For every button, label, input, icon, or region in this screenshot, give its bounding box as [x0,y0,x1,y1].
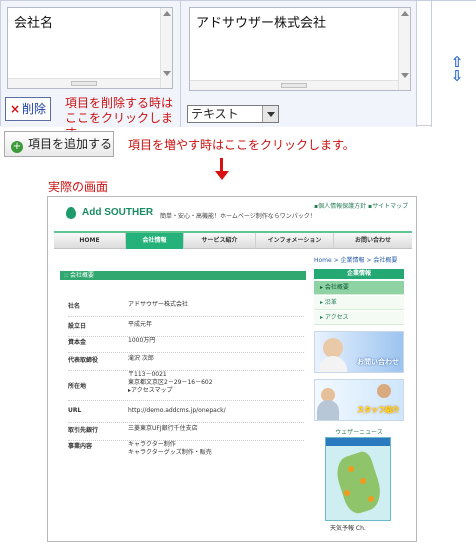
field-content-textarea[interactable]: アドサウザー株式会社 [189,7,411,91]
person-image [323,338,343,358]
field-label-textarea[interactable]: 会社名 [7,7,173,89]
info-row: 代表取締役 滝沢 次郎 [68,355,304,371]
site-preview-screenshot: Add SOUTHER 簡単・安心・高機能！ホームページ制作ならワンパック！ ▪… [47,196,417,542]
info-value: http://demo.addcms.jp/onepack/ [128,407,226,414]
label-textarea-hscrollbar[interactable] [8,78,160,88]
delete-note-line1: 項目を削除する時は [65,96,174,110]
field-content-value: アドサウザー株式会社 [196,16,327,31]
scroll-down-icon[interactable] [401,73,409,78]
add-item-label: 項目を追加する [28,137,113,151]
nav-home: HOME [54,233,126,249]
side-item-label: 沿革 [324,299,337,306]
site-nav: HOME 会社情報 サービス紹介 インフォメーション お問い合わせ [54,231,412,249]
content-textarea-hscrollbar[interactable] [190,80,398,90]
site-tagline: 簡単・安心・高機能！ホームページ制作ならワンパック！ [160,213,316,220]
scroll-up-icon[interactable] [163,11,171,16]
person-body [319,356,347,372]
info-row: 資本金 1000万円 [68,337,304,353]
info-row: 事業内容 キャラクター制作 キャラクターグッズ制作・販売 [68,441,304,461]
scroll-down-icon[interactable] [163,71,171,76]
side-item-access: ▸ アクセス [314,311,404,325]
content-textarea-scrollbar[interactable] [398,8,410,90]
nav-service: サービス紹介 [184,233,256,249]
weather-map-header [326,438,390,446]
info-key: 所在地 [68,383,87,390]
person-body [317,400,339,420]
chevron-down-icon[interactable] [262,106,278,122]
info-row: 社名 アドサウザー株式会社 [68,301,304,317]
section-title: :: 会社概要 [60,271,306,280]
side-item-label: アクセス [324,314,349,321]
delete-item-button[interactable]: × 削除 [5,97,51,121]
info-key: 社名 [68,303,81,310]
up-down-arrows-icon[interactable]: ⇧ ⇩ [449,55,465,85]
resize-grip-icon[interactable] [71,81,97,86]
sitemap-link: サイトマップ [372,203,409,210]
japan-map-shape [331,449,387,517]
side-item-history: ▸ 沿革 [314,296,404,310]
breadcrumb: Home > 企業情報 > 会社概要 [314,257,398,264]
info-key: 代表取締役 [68,357,99,364]
site-top-links: ▪個人情報保護方針 ▪サイトマップ [314,203,409,210]
side-item-overview: ▸ 会社概要 [314,281,404,295]
info-key: 設立日 [68,323,87,330]
add-note: 項目を増やす時はここをクリックします。 [128,138,355,152]
item-editor-panel: 会社名 ×削除 項目を削除する時は ここをクリックします。 アドサウザー株式会社… [0,0,476,140]
info-value: 滝沢 次郎 [128,355,154,362]
info-value: 〒113－0021 東京都文京区2－29－16－602 ▸アクセスマップ [128,371,213,394]
weather-caption: 天気予報 Ch. [330,525,366,532]
side-item-label: 会社概要 [324,284,349,291]
info-key: URL [68,407,82,414]
nav-information: インフォメーション [256,233,334,249]
sun-icon [360,478,366,484]
nav-company: 会社情報 [126,233,184,249]
logo-drop-icon [66,207,76,219]
privacy-link: 個人情報保護方針 [318,203,367,210]
resize-grip-icon[interactable] [281,83,307,88]
plus-icon: + [11,141,23,153]
preview-caption: 実際の画面 [48,180,109,194]
label-textarea-scrollbar[interactable] [160,8,172,88]
scroll-up-icon[interactable] [401,11,409,16]
person-image [377,384,391,398]
info-value: 三菱東京UFJ銀行千住支店 [128,425,198,432]
section-title-text: 会社概要 [69,272,94,279]
sun-icon [344,490,350,496]
x-icon: × [9,102,21,116]
info-value: アドサウザー株式会社 [128,301,189,308]
contact-banner-text: お問い合わせ [357,358,399,366]
contact-banner: お問い合わせ [314,331,404,373]
field-label-value: 会社名 [14,16,54,31]
info-key: 資本金 [68,339,87,346]
label-cell: 会社名 ×削除 項目を削除する時は ここをクリックします。 [1,1,181,140]
add-item-button[interactable]: + 項目を追加する [4,131,114,157]
info-row: 取引先銀行 三菱東京UFJ銀行千住支店 [68,425,304,441]
sun-icon [368,496,374,502]
weather-map [325,437,391,521]
info-value: 1000万円 [128,337,156,344]
staff-banner: スタッフ紹介 [314,379,404,421]
info-row: URL http://demo.addcms.jp/onepack/ [68,407,304,423]
field-type-value: テキスト [191,107,239,121]
delete-label: 削除 [22,102,47,116]
info-value: 平成元年 [128,321,153,328]
field-type-select[interactable]: テキスト [187,105,279,123]
sun-icon [348,466,354,472]
arrow-down-icon [215,158,229,182]
side-menu-title: 企業情報 [314,269,404,279]
info-value: キャラクター制作 キャラクターグッズ制作・販売 [128,441,212,456]
info-key: 取引先銀行 [68,427,99,434]
info-row: 設立日 平成元年 [68,321,304,337]
info-row: 所在地 〒113－0021 東京都文京区2－29－16－602 ▸アクセスマップ [68,371,304,401]
nav-contact: お問い合わせ [354,237,391,244]
info-key: 事業内容 [68,443,93,450]
site-logo: Add SOUTHER [82,207,154,218]
weather-title: ウェザーニュース [335,429,383,436]
staff-banner-text: スタッフ紹介 [357,406,399,414]
